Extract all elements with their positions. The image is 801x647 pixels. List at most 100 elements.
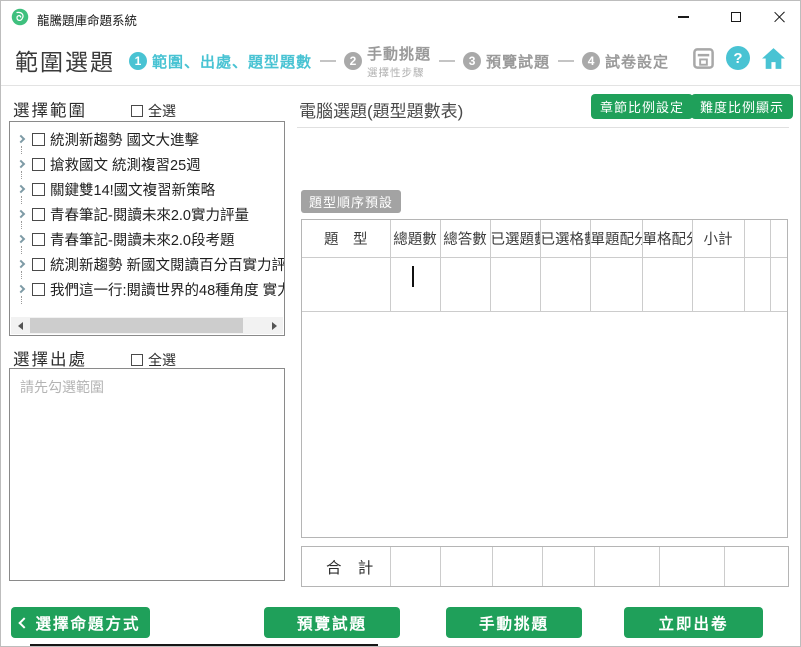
maximize-button[interactable] [713, 1, 759, 33]
tree-item[interactable]: 我們這一行:閱讀世界的48種角度 實力評量 [16, 277, 284, 302]
tree-item-label: 統測新趨勢 新國文閱讀百分百實力評量 [50, 254, 285, 275]
step-4-number-icon: 4 [582, 52, 600, 70]
expand-chevron-icon[interactable] [16, 152, 30, 177]
table-header-cell [744, 220, 770, 257]
source-select-all-checkbox[interactable] [131, 354, 143, 366]
step-dash [439, 60, 455, 62]
table-cell[interactable] [490, 257, 540, 311]
total-cell [390, 547, 440, 586]
app-logo-icon [11, 8, 29, 26]
range-select-all-label: 全選 [148, 101, 176, 121]
tree-item-checkbox[interactable] [32, 208, 45, 221]
tree-item-checkbox[interactable] [32, 283, 45, 296]
tree-item[interactable]: 統測新趨勢 新國文閱讀百分百實力評量 [16, 252, 284, 277]
minimize-button[interactable] [660, 1, 706, 33]
tree-item[interactable]: 統測新趨勢 國文大進擊 [16, 127, 284, 152]
total-cell [659, 547, 724, 586]
tree-item-label: 青春筆記-閱讀未來2.0實力評量 [50, 204, 249, 225]
back-to-method-label: 選擇命題方式 [35, 612, 140, 634]
tree-item[interactable]: 青春筆記-閱讀未來2.0段考題 [16, 227, 284, 252]
manual-pick-button[interactable]: 手動挑題 [446, 607, 582, 638]
preview-questions-button[interactable]: 預覽試題 [264, 607, 400, 638]
horizontal-scrollbar[interactable] [11, 317, 283, 334]
tree-item[interactable]: 青春筆記-閱讀未來2.0實力評量 [16, 202, 284, 227]
step-2: 2 手動挑題 選擇性步驟 [344, 43, 431, 80]
expand-chevron-icon[interactable] [16, 202, 30, 227]
step-4-label: 試卷設定 [605, 51, 669, 72]
total-table: 合 計 [302, 547, 788, 586]
range-listbox[interactable]: 統測新趨勢 國文大進擊搶救國文 統測複習25週關鍵雙14!國文複習新策略青春筆記… [9, 121, 285, 336]
table-header-cell: 已選格數 [540, 220, 590, 257]
back-to-method-button[interactable]: 選擇命題方式 [11, 607, 150, 638]
table-header-cell: 題 型 [302, 220, 390, 257]
tree-item-label: 我們這一行:閱讀世界的48種角度 實力評量 [50, 279, 285, 300]
tree-item[interactable]: 關鍵雙14!國文複習新策略 [16, 177, 284, 202]
app-title: 龍騰題庫命題系統 [37, 10, 137, 29]
table-cell[interactable] [770, 257, 787, 311]
taskbar-edge [30, 644, 378, 646]
total-row-panel: 合 計 [301, 546, 789, 587]
close-button[interactable] [756, 1, 801, 33]
tree-item-checkbox[interactable] [32, 233, 45, 246]
generate-paper-button[interactable]: 立即出卷 [624, 607, 763, 638]
total-cell [542, 547, 594, 586]
main-panel-divider [297, 127, 789, 128]
scroll-right-icon[interactable] [266, 317, 283, 334]
table-cell[interactable] [744, 257, 770, 311]
difficulty-ratio-button[interactable]: 難度比例顯示 [691, 94, 793, 119]
tree-item-checkbox[interactable] [32, 183, 45, 196]
source-panel-title: 選擇出處 [13, 346, 87, 370]
tree-item-checkbox[interactable] [32, 158, 45, 171]
total-cell [492, 547, 542, 586]
table-header-cell: 總答數 [440, 220, 490, 257]
step-1-label: 範圍、出處、題型題數 [152, 51, 312, 72]
step-2-label: 手動挑題 [367, 43, 431, 64]
table-row[interactable] [302, 257, 787, 311]
table-header-cell: 單格配分 [642, 220, 692, 257]
table-cell[interactable] [540, 257, 590, 311]
source-listbox[interactable]: 請先勾選範圍 [9, 368, 285, 581]
table-header-cell: 單題配分 [590, 220, 642, 257]
table-cell[interactable] [692, 257, 744, 311]
tree-item[interactable]: 搶救國文 統測複習25週 [16, 152, 284, 177]
table-cell[interactable] [642, 257, 692, 311]
source-select-all[interactable]: 全選 [131, 350, 176, 370]
expand-chevron-icon[interactable] [16, 227, 30, 252]
type-order-preset-button[interactable]: 題型順序預設 [301, 190, 401, 213]
table-cell[interactable] [302, 257, 390, 311]
close-icon [773, 11, 785, 23]
expand-chevron-icon[interactable] [16, 277, 30, 302]
minimize-icon [678, 16, 689, 18]
step-2-sublabel: 選擇性步驟 [367, 65, 431, 80]
table-header-cell: 小計 [692, 220, 744, 257]
chevron-left-icon [19, 617, 30, 628]
expand-chevron-icon[interactable] [16, 252, 30, 277]
table-header-cell [770, 220, 787, 257]
step-indicator: 1 範圍、出處、題型題數 2 手動挑題 選擇性步驟 3 預覽試題 4 試卷設定 [129, 41, 669, 81]
tree-item-checkbox[interactable] [32, 258, 45, 271]
main-panel-title: 電腦選題(題型題數表) [299, 97, 463, 122]
source-select-all-label: 全選 [148, 350, 176, 370]
help-icon[interactable]: ? [726, 46, 750, 70]
step-1-number-icon: 1 [129, 52, 147, 70]
question-type-table-panel: 題 型總題數總答數已選題數已選格數單題配分單格配分小計 [301, 219, 788, 538]
expand-chevron-icon[interactable] [16, 127, 30, 152]
chapter-ratio-button[interactable]: 章節比例設定 [591, 94, 693, 119]
step-3-label: 預覽試題 [486, 51, 550, 72]
table-cell[interactable] [440, 257, 490, 311]
table-cell[interactable] [390, 257, 440, 311]
expand-chevron-icon[interactable] [16, 177, 30, 202]
scroll-left-icon[interactable] [11, 317, 28, 334]
total-cell [724, 547, 788, 586]
range-tree: 統測新趨勢 國文大進擊搶救國文 統測複習25週關鍵雙14!國文複習新策略青春筆記… [10, 122, 284, 302]
question-type-table: 題 型總題數總答數已選題數已選格數單題配分單格配分小計 [302, 220, 787, 312]
range-select-all[interactable]: 全選 [131, 101, 176, 121]
app-window: 龍騰題庫命題系統 範圍選題 1 範圍、出處、題型題數 2 手動挑題 選擇性步驟 … [0, 0, 801, 647]
header-divider [1, 85, 800, 86]
scrollbar-thumb[interactable] [30, 318, 243, 333]
range-select-all-checkbox[interactable] [131, 105, 143, 117]
save-icon[interactable] [692, 47, 715, 70]
tree-item-checkbox[interactable] [32, 133, 45, 146]
table-cell[interactable] [590, 257, 642, 311]
home-icon[interactable] [761, 47, 786, 70]
